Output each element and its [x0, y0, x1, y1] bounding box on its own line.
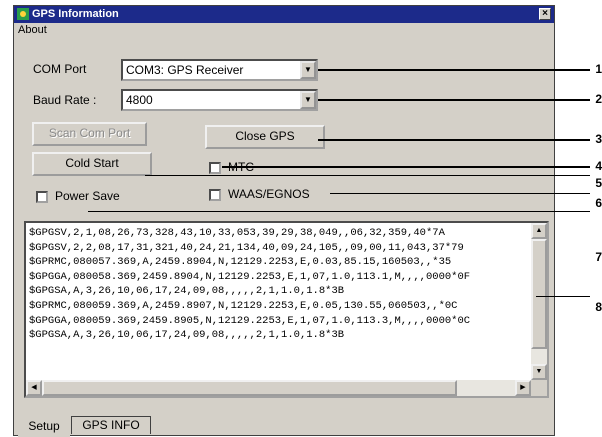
com-port-value: COM3: GPS Receiver: [126, 63, 244, 77]
baud-rate-value: 4800: [126, 93, 153, 107]
log-line: $GPGGA,080059.369,2459.8905,N,12129.2253…: [29, 314, 471, 327]
cold-start-button[interactable]: Cold Start: [32, 152, 152, 176]
callout-number-7: 7: [595, 250, 602, 264]
com-port-select[interactable]: COM3: GPS Receiver ▼: [121, 59, 318, 81]
log-line: $GPRMC,080057.369,A,2459.8904,N,12129.22…: [29, 256, 452, 269]
com-port-label: COM Port: [33, 62, 87, 76]
callout-line-4: [222, 166, 590, 168]
close-icon: ×: [542, 8, 548, 19]
menu-bar: About: [14, 23, 554, 39]
nmea-lines: $GPGSV,2,1,08,26,73,328,43,10,33,053,39,…: [29, 226, 529, 343]
callout-number-3: 3: [595, 132, 602, 146]
waas-egnos-label: WAAS/EGNOS: [228, 187, 310, 201]
log-line: $GPRMC,080059.369,A,2459.8907,N,12129.22…: [29, 299, 458, 312]
scroll-down-icon[interactable]: ▼: [531, 364, 547, 380]
window-title: GPS Information: [32, 8, 119, 20]
close-window-button[interactable]: ×: [539, 8, 551, 20]
horizontal-scroll-thumb[interactable]: [42, 380, 457, 396]
scrollbar-corner: [531, 380, 547, 396]
menu-about[interactable]: About: [18, 24, 47, 36]
log-line: $GPGGA,080058.369,2459.8904,N,12129.2253…: [29, 270, 471, 283]
callout-line-1: [318, 69, 590, 71]
chevron-down-icon[interactable]: ▼: [300, 91, 316, 109]
scroll-right-icon[interactable]: ▶: [515, 380, 531, 396]
close-gps-button[interactable]: Close GPS: [205, 125, 325, 149]
scan-com-port-button[interactable]: Scan Com Port: [32, 122, 147, 146]
vertical-scroll-thumb[interactable]: [531, 239, 547, 349]
power-save-checkbox[interactable]: [36, 191, 48, 203]
callout-line-6: [330, 193, 590, 194]
vertical-scrollbar[interactable]: ▲ ▼: [531, 223, 547, 380]
scroll-up-icon[interactable]: ▲: [531, 223, 547, 239]
callout-number-2: 2: [595, 92, 602, 106]
log-line: $GPGSA,A,3,26,10,06,17,24,09,08,,,,,2,1,…: [29, 285, 345, 298]
scroll-left-icon[interactable]: ◀: [26, 380, 42, 396]
callout-number-1: 1: [595, 62, 602, 76]
callout-number-4: 4: [595, 159, 602, 173]
tab-gps-info[interactable]: GPS INFO: [71, 416, 151, 434]
waas-egnos-checkbox[interactable]: [209, 189, 221, 201]
callout-number-6: 6: [595, 196, 602, 210]
callout-line-7: [88, 211, 590, 212]
satellite-app-icon: [17, 8, 29, 20]
callout-line-5: [145, 175, 590, 176]
title-bar[interactable]: GPS Information ×: [14, 6, 554, 23]
baud-rate-label: Baud Rate :: [33, 93, 97, 107]
tab-setup[interactable]: Setup: [18, 415, 70, 437]
nmea-output-log[interactable]: $GPGSV,2,1,08,26,73,328,43,10,33,053,39,…: [24, 221, 549, 398]
chevron-down-icon[interactable]: ▼: [300, 61, 316, 79]
log-line: $GPGSA,A,3,26,10,06,17,24,09,08,,,,,2,1,…: [29, 329, 345, 342]
callout-line-8: [536, 296, 590, 297]
mtc-checkbox[interactable]: [209, 162, 221, 174]
log-line: $GPGSV,2,2,08,17,31,321,40,24,21,134,40,…: [29, 241, 464, 254]
callout-line-2: [318, 99, 590, 101]
callout-line-3: [318, 139, 590, 141]
log-line: $GPGSV,2,1,08,26,73,328,43,10,33,053,39,…: [29, 227, 445, 239]
baud-rate-select[interactable]: 4800 ▼: [121, 89, 318, 111]
callout-number-8: 8: [595, 300, 602, 314]
callout-number-5: 5: [595, 176, 602, 190]
power-save-label: Power Save: [55, 189, 120, 203]
horizontal-scrollbar[interactable]: ◀ ▶: [26, 380, 531, 396]
